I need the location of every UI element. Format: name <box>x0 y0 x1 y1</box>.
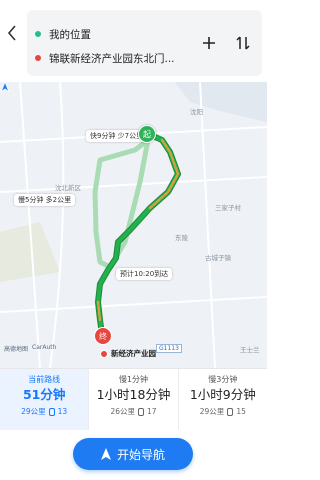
route-distance: 29公里 <box>21 407 46 416</box>
swap-vertical-icon <box>236 36 250 50</box>
destination-label: 新经济产业园 <box>111 349 156 358</box>
route-tag: 慢3分钟 <box>208 375 238 384</box>
card-actions <box>200 34 252 52</box>
origin-text: 我的位置 <box>49 28 91 41</box>
route-options: 当前路线 51分钟 29公里 13 慢1分钟 1小时18分钟 26公里 17 慢… <box>0 368 267 431</box>
route-lights: 13 <box>57 407 68 416</box>
end-marker: 终 <box>94 327 112 345</box>
navigation-arrow-icon <box>0 82 10 92</box>
bubble-alt-route[interactable]: 慢5分钟 多2公里 <box>14 194 76 206</box>
traffic-light-icon <box>48 407 55 416</box>
map-label-1: 沈阳 <box>190 108 203 116</box>
route-duration: 51分钟 <box>22 387 66 402</box>
route-header: 我的位置 锦联新经济产业园东北门... <box>0 0 267 82</box>
traffic-light-icon <box>227 407 234 416</box>
origin-field[interactable]: 我的位置 <box>35 24 91 44</box>
map-logo: 高德地图 CarAuth <box>4 344 56 353</box>
back-button[interactable] <box>4 22 20 44</box>
origin-dot-icon <box>35 31 41 37</box>
plus-icon <box>203 37 215 49</box>
route-lights: 17 <box>146 407 157 416</box>
route-meta: 26公里 17 <box>110 406 156 417</box>
route-meta: 29公里 13 <box>21 406 67 417</box>
destination-field[interactable]: 锦联新经济产业园东北门... <box>35 48 175 68</box>
route-map[interactable]: 沈阳 三家子村 古城子镇 东陵 王士兰 沈北新区 快9分钟 少7公里 慢5分钟 … <box>0 82 267 368</box>
map-canvas <box>0 82 267 368</box>
route-tag: 当前路线 <box>28 375 61 384</box>
map-label-5: 王士兰 <box>240 346 260 354</box>
map-label-4: 东陵 <box>175 234 188 242</box>
amap-logo-text: 高德地图 <box>4 346 29 353</box>
start-marker: 起 <box>138 125 156 143</box>
route-option-2[interactable]: 慢1分钟 1小时18分钟 26公里 17 <box>89 369 179 431</box>
destination-text: 锦联新经济产业园东北门... <box>49 52 175 65</box>
destination-dot-icon <box>35 55 41 61</box>
road-shield: G1113 <box>156 344 182 353</box>
route-distance: 26公里 <box>110 407 135 416</box>
navigation-arrow-icon <box>100 448 111 460</box>
bottom-bar: 开始导航 <box>0 430 267 480</box>
route-option-1[interactable]: 当前路线 51分钟 29公里 13 <box>0 369 90 431</box>
map-label-2: 三家子村 <box>215 204 241 212</box>
origin-destination-card: 我的位置 锦联新经济产业园东北门... <box>27 10 262 76</box>
route-duration: 1小时18分钟 <box>96 387 171 402</box>
add-waypoint-button[interactable] <box>200 34 218 52</box>
route-distance: 29公里 <box>199 407 225 416</box>
bubble-eta: 预计10:20到达 <box>116 268 173 280</box>
map-label-3: 古城子镇 <box>205 254 231 262</box>
traffic-light-icon <box>137 407 144 416</box>
route-option-3[interactable]: 慢3分钟 1小时9分钟 29公里 15 <box>179 369 267 431</box>
route-tag: 慢1分钟 <box>118 375 149 384</box>
route-lights: 15 <box>236 407 246 416</box>
route-meta: 29公里 15 <box>200 406 246 417</box>
swap-button[interactable] <box>234 34 252 52</box>
map-label-6: 沈北新区 <box>55 184 81 192</box>
start-navigation-label: 开始导航 <box>116 447 165 462</box>
route-duration: 1小时9分钟 <box>189 387 256 402</box>
destination-pin-icon <box>100 350 108 358</box>
carauth-logo-text: CarAuth <box>32 344 57 351</box>
start-navigation-button[interactable]: 开始导航 <box>73 438 193 470</box>
chevron-left-icon <box>7 25 16 41</box>
